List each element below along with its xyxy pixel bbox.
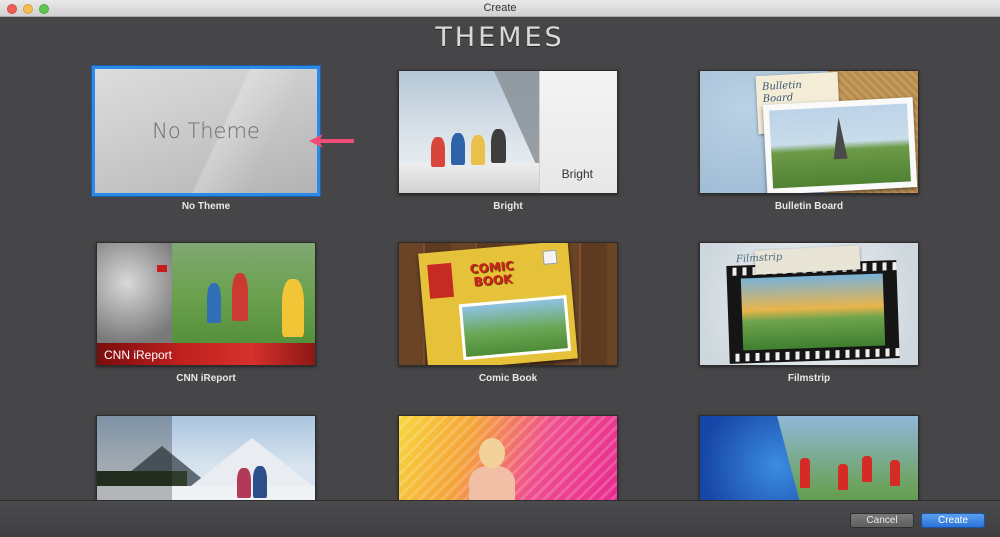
stamp-icon (542, 249, 558, 265)
theme-thumbnail[interactable]: Bulletin Board (699, 70, 919, 194)
theme-label: Filmstrip (787, 373, 831, 384)
theme-thumbnail[interactable]: COMIC BOOK (398, 242, 618, 366)
globe-icon (97, 243, 172, 343)
thumbnail-title: No Theme (152, 119, 260, 143)
theme-thumbnail[interactable]: Bright (398, 70, 618, 194)
themes-browser: THEMES No Theme No Theme Bright Bright B… (0, 18, 1000, 500)
theme-thumbnail[interactable]: Filmstrip (699, 242, 919, 366)
theme-label: No Theme (181, 201, 231, 212)
title-bar: Create (0, 0, 1000, 17)
theme-thumbnail[interactable] (699, 415, 919, 500)
theme-label: Comic Book (478, 373, 538, 384)
photo (762, 97, 918, 193)
thumbnail-title: CNN iReport (104, 348, 173, 362)
pointer-arrow-icon (309, 134, 354, 148)
theme-thumbnail[interactable]: No Theme (92, 66, 320, 196)
theme-thumbnail[interactable]: CNN iReport (96, 242, 316, 366)
thumbnail-title: Bulletin Board (761, 79, 803, 105)
eiffel-tower-icon (831, 116, 848, 160)
thumbnail-title: COMIC BOOK (469, 258, 515, 290)
page-title: THEMES (435, 22, 565, 53)
create-button[interactable]: Create (921, 513, 985, 528)
theme-label: CNN iReport (176, 373, 236, 384)
theme-label: Bright (493, 201, 523, 212)
filmstrip-icon (726, 260, 900, 364)
theme-thumbnail[interactable] (398, 415, 618, 500)
dialog-footer: Cancel Create (0, 500, 1000, 537)
thumbnail-title: Bright (561, 167, 593, 181)
cancel-button[interactable]: Cancel (850, 513, 914, 528)
theme-label: Bulletin Board (774, 201, 844, 212)
window-title: Create (483, 2, 517, 14)
theme-thumbnail[interactable] (96, 415, 316, 500)
